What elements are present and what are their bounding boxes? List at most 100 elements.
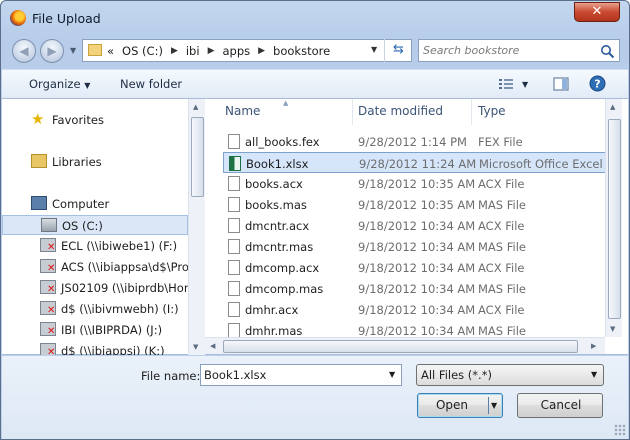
breadcrumb-overflow[interactable]: « — [107, 44, 114, 58]
new-folder-button[interactable]: New folder — [120, 77, 182, 91]
file-name-input[interactable] — [204, 368, 379, 382]
organize-menu[interactable]: Organize ▼ — [29, 77, 90, 91]
nav-item-favorites[interactable]: ★ Favorites — [2, 110, 188, 130]
column-header-date[interactable]: Date modified — [358, 104, 443, 118]
scroll-up-icon[interactable]: ▲ — [193, 103, 198, 111]
file-name: dmhr.acx — [245, 303, 299, 317]
column-divider[interactable] — [471, 99, 472, 125]
nav-item-label: JS02109 (\\ibiprdb\Hom — [61, 281, 196, 295]
document-icon — [228, 239, 240, 254]
nav-item-label: ACS (\\ibiappsa\d$\Pro — [61, 260, 189, 274]
file-name-dropdown-icon[interactable]: ▼ — [389, 370, 395, 379]
file-row[interactable]: books.acx 9/18/2012 10:35 AM ACX File — [223, 173, 608, 194]
help-icon[interactable]: ? — [589, 75, 606, 92]
navigation-pane: ★ Favorites Libraries Computer OS (C:) ✕… — [2, 99, 205, 355]
back-arrow-icon: ◀ — [19, 44, 29, 58]
refresh-button[interactable]: ⇆ — [384, 39, 412, 62]
search-input[interactable] — [423, 43, 593, 58]
network-drive-disconnected-icon: ✕ — [40, 301, 56, 316]
nav-item-drive[interactable]: ✕ ECL (\\ibiwebe1) (F:) — [2, 236, 188, 256]
column-divider[interactable] — [352, 99, 353, 125]
search-icon[interactable] — [600, 44, 615, 59]
forward-button[interactable]: ▶ — [40, 39, 64, 63]
chevron-right-icon[interactable]: ▶ — [208, 44, 215, 58]
column-header-type[interactable]: Type — [478, 104, 506, 118]
scroll-down-icon[interactable]: ▼ — [610, 325, 615, 333]
file-row[interactable]: Book1.xlsx 9/28/2012 11:24 AM Microsoft … — [223, 152, 617, 173]
file-row[interactable]: dmhr.mas 9/18/2012 10:34 AM MAS File — [223, 320, 608, 337]
file-type: FEX File — [478, 135, 523, 149]
file-type: ACX File — [478, 303, 525, 317]
breadcrumb-item[interactable]: OS (C:) — [122, 44, 163, 58]
chevron-right-icon[interactable]: ▶ — [258, 44, 265, 58]
close-button[interactable]: ✕ — [574, 2, 620, 22]
svg-text:?: ? — [594, 78, 600, 91]
breadcrumb-item[interactable]: bookstore — [273, 44, 330, 58]
sort-ascending-icon: ▲ — [283, 99, 289, 107]
scrollbar-thumb[interactable] — [608, 119, 621, 319]
column-header-name[interactable]: Name — [225, 104, 260, 118]
document-icon — [228, 176, 240, 191]
file-date: 9/18/2012 10:34 AM — [358, 282, 476, 296]
nav-item-drive[interactable]: OS (C:) — [2, 215, 188, 235]
breadcrumb-item[interactable]: apps — [222, 44, 250, 58]
local-drive-icon — [41, 218, 57, 232]
navigation-scrollbar[interactable]: ▲ ▼ — [188, 99, 205, 355]
file-row[interactable]: dmcomp.acx 9/18/2012 10:34 AM ACX File — [223, 257, 608, 278]
address-bar[interactable]: « OS (C:) ▶ ibi ▶ apps ▶ bookstore ▼ ⇆ — [82, 39, 412, 62]
file-type-select[interactable]: All Files (*.*) ▼ — [416, 364, 604, 386]
file-name: dmcomp.acx — [245, 261, 320, 275]
file-date: 9/18/2012 10:34 AM — [358, 219, 476, 233]
open-button[interactable]: Open ▼ — [417, 393, 503, 418]
file-row[interactable]: dmcomp.mas 9/18/2012 10:34 AM MAS File — [223, 278, 608, 299]
file-list-horizontal-scrollbar[interactable]: ◀ ▶ — [205, 337, 605, 354]
breadcrumb-item[interactable]: ibi — [186, 44, 200, 58]
open-options-dropdown-icon[interactable]: ▼ — [491, 394, 497, 417]
file-row[interactable]: dmcntr.acx 9/18/2012 10:34 AM ACX File — [223, 215, 608, 236]
back-button[interactable]: ◀ — [12, 39, 36, 63]
file-type: MAS File — [478, 324, 526, 337]
file-row[interactable]: dmcntr.mas 9/18/2012 10:34 AM MAS File — [223, 236, 608, 257]
document-icon — [228, 281, 240, 296]
nav-item-drive[interactable]: ✕ d$ (\\ibiappsi) (K:) — [2, 341, 188, 355]
file-list-vertical-scrollbar[interactable]: ▲ ▼ — [605, 99, 622, 337]
file-date: 9/18/2012 10:34 AM — [358, 240, 476, 254]
file-type: MAS File — [478, 282, 526, 296]
split-divider — [488, 397, 489, 414]
scrollbar-thumb[interactable] — [223, 340, 578, 353]
nav-item-label: d$ (\\ibivmwebh) (I:) — [61, 302, 179, 316]
forward-arrow-icon: ▶ — [47, 44, 57, 58]
file-name-combobox[interactable]: ▼ — [200, 364, 402, 386]
nav-item-libraries[interactable]: Libraries — [2, 152, 188, 172]
nav-item-drive[interactable]: ✕ ACS (\\ibiappsa\d$\Pro — [2, 257, 189, 277]
file-row[interactable]: all_books.fex 9/28/2012 1:14 PM FEX File — [223, 131, 608, 152]
file-name: books.acx — [245, 177, 303, 191]
address-dropdown-icon[interactable]: ▼ — [371, 45, 377, 54]
open-label: Open — [435, 398, 469, 412]
cancel-label: Cancel — [540, 398, 582, 412]
nav-item-computer[interactable]: Computer — [2, 194, 188, 214]
scroll-right-icon[interactable]: ▶ — [591, 342, 596, 350]
search-box[interactable] — [418, 39, 620, 62]
scroll-left-icon[interactable]: ◀ — [210, 342, 215, 350]
view-options-dropdown-icon[interactable]: ▼ — [522, 80, 528, 89]
file-row[interactable]: books.mas 9/18/2012 10:35 AM MAS File — [223, 194, 608, 215]
preview-pane-icon[interactable] — [553, 76, 569, 92]
view-list-icon[interactable] — [498, 76, 514, 92]
nav-item-drive[interactable]: ✕ IBI (\\IBIPRDA) (J:) — [2, 320, 188, 340]
chevron-right-icon[interactable]: ▶ — [171, 44, 178, 58]
nav-item-drive[interactable]: ✕ JS02109 (\\ibiprdb\Hom — [2, 278, 195, 298]
libraries-icon — [31, 154, 47, 168]
cancel-button[interactable]: Cancel — [517, 393, 603, 418]
nav-item-label: Computer — [52, 197, 110, 211]
file-row[interactable]: dmhr.acx 9/18/2012 10:34 AM ACX File — [223, 299, 608, 320]
nav-item-drive[interactable]: ✕ d$ (\\ibivmwebh) (I:) — [2, 299, 188, 319]
recent-pages-dropdown-icon[interactable]: ▼ — [70, 46, 76, 55]
chevron-down-icon: ▼ — [591, 370, 598, 379]
resize-grip[interactable] — [614, 424, 626, 436]
scrollbar-thumb[interactable] — [191, 117, 204, 197]
organize-label: Organize — [29, 77, 81, 91]
nav-item-label: Favorites — [52, 113, 104, 127]
scroll-down-icon[interactable]: ▼ — [193, 343, 198, 351]
scroll-up-icon[interactable]: ▲ — [610, 103, 615, 111]
